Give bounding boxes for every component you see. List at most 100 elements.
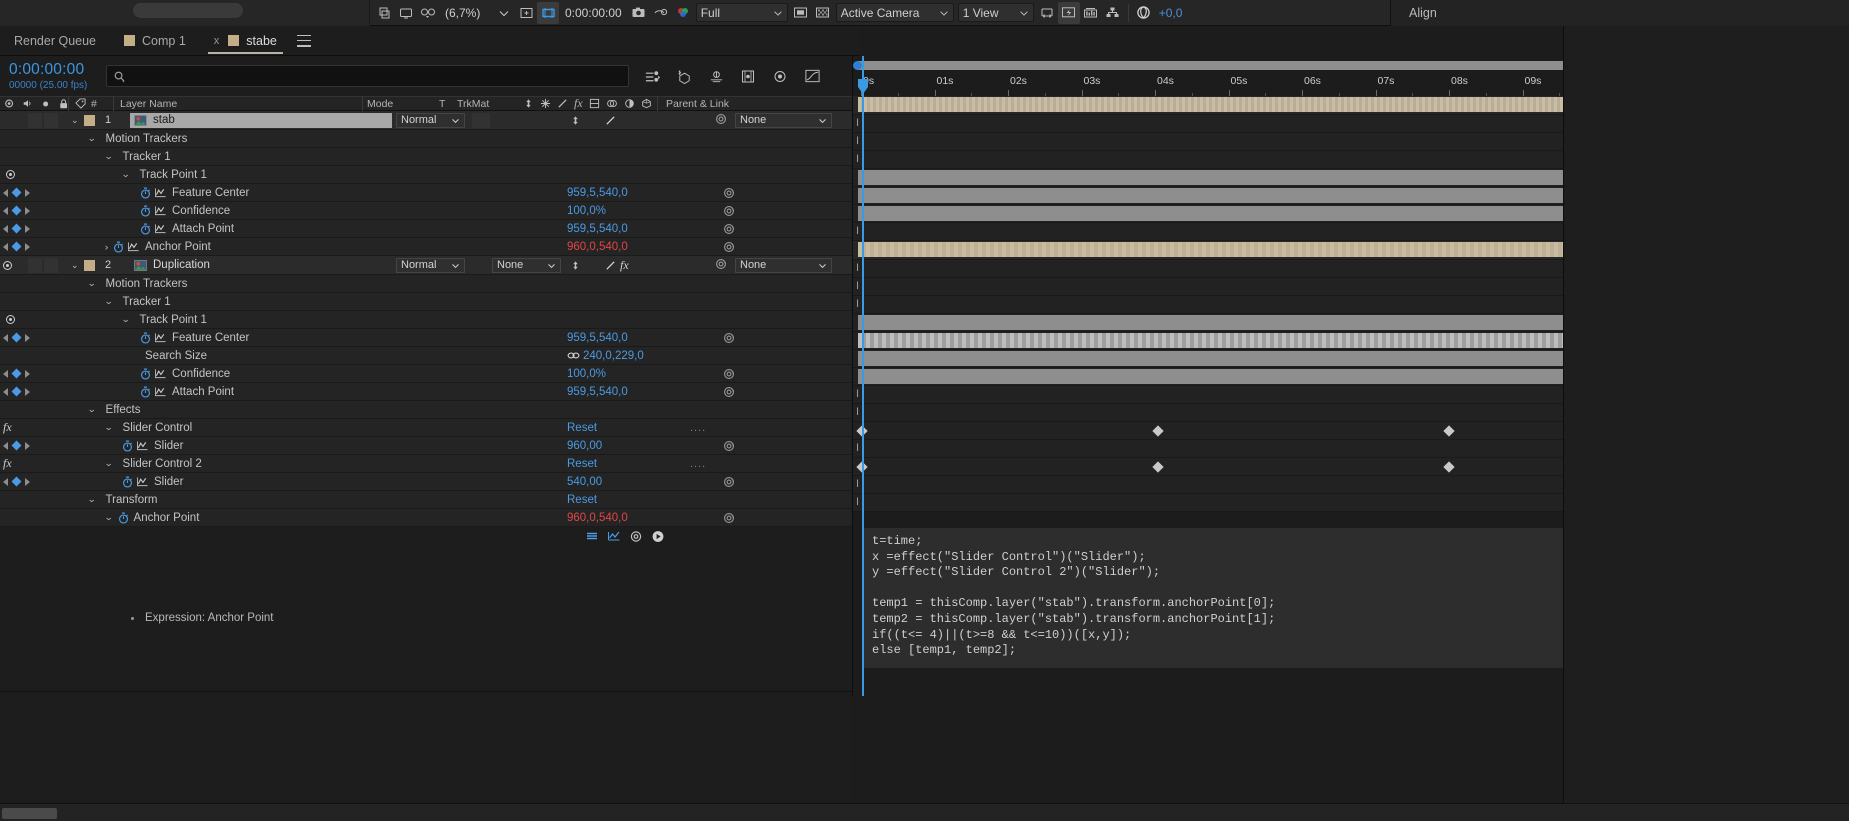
layer-disclosure-icon[interactable]: ⌄ (71, 115, 79, 126)
property-value[interactable]: 959,5,540,0 (567, 332, 628, 344)
visibility-toggle[interactable] (0, 261, 14, 270)
disclosure-triangle-icon[interactable]: ⌄ (87, 278, 96, 289)
property-row[interactable]: Slider960,00 (0, 437, 860, 455)
previous-keyframe-icon[interactable] (3, 207, 8, 215)
quality-switch-icon[interactable] (605, 260, 616, 271)
exposure-value[interactable]: +0,0 (1155, 6, 1183, 20)
fx-badge-icon[interactable]: fx (620, 258, 629, 273)
property-group-row[interactable]: ⌄Motion Trackers (0, 130, 860, 148)
effect-row[interactable]: fx⌄Slider ControlReset.... (0, 419, 860, 437)
parent-pickwhip-icon[interactable] (723, 223, 735, 235)
layer-row[interactable]: ⌄1stabNormalNone (0, 111, 860, 130)
property-row[interactable]: Confidence100,0% (0, 365, 860, 383)
keyframe-navigator[interactable] (0, 225, 56, 233)
disclosure-triangle-icon[interactable]: ⌄ (87, 404, 96, 415)
disclosure-triangle-icon[interactable]: › (105, 242, 109, 252)
next-keyframe-icon[interactable] (25, 189, 30, 197)
shy-layers-icon[interactable] (643, 67, 661, 85)
solo-toggle[interactable] (44, 113, 58, 128)
expression-enable-icon[interactable] (718, 332, 740, 344)
stopwatch-icon[interactable] (122, 476, 133, 488)
next-keyframe-icon[interactable] (25, 243, 30, 251)
comp-flowchart-icon[interactable] (1102, 2, 1124, 24)
graph-editor-icon[interactable] (127, 241, 140, 252)
parent-pickwhip-icon[interactable] (715, 258, 727, 270)
disclosure-triangle-icon[interactable]: ⌄ (87, 133, 96, 144)
pickwhip-icon[interactable] (629, 530, 643, 543)
graph-editor-icon[interactable] (154, 368, 167, 379)
pixel-aspect-correction-icon[interactable] (1036, 2, 1058, 24)
quality-switch-icon[interactable] (605, 115, 616, 126)
parent-pickwhip[interactable] (715, 113, 727, 128)
fx-icon[interactable]: fx (3, 420, 12, 435)
property-row[interactable]: Confidence 100,0% (0, 202, 860, 220)
show-snapshot-icon[interactable] (650, 2, 672, 24)
parent-pickwhip-icon[interactable] (715, 113, 727, 125)
fast-previews-icon[interactable] (1058, 2, 1080, 24)
graph-editor-icon[interactable] (607, 530, 621, 542)
playhead-line[interactable] (862, 56, 864, 696)
auto-keyframe-icon[interactable] (771, 67, 789, 85)
layer-switches[interactable] (570, 115, 616, 126)
region-of-interest-icon[interactable] (537, 2, 559, 24)
property-value[interactable]: 100,0% (567, 205, 606, 217)
property-group-row[interactable]: ⌄Track Point 1 (0, 166, 860, 184)
visibility-toggle[interactable] (3, 170, 17, 179)
disclosure-triangle-icon[interactable]: ⌄ (104, 512, 113, 523)
layer-switches[interactable]: fx (570, 258, 629, 273)
solo-icon[interactable] (41, 99, 50, 109)
link-icon[interactable] (567, 351, 580, 360)
search-field[interactable] (130, 70, 610, 82)
fx-icon[interactable]: fx (3, 456, 12, 471)
property-name-cell[interactable]: Confidence (140, 205, 230, 217)
previous-keyframe-icon[interactable] (3, 370, 8, 378)
zoom-level-select[interactable]: (6,7%) (441, 3, 491, 22)
property-row[interactable]: ⌄Anchor Point960,0,540,0 (0, 509, 860, 527)
property-name-cell[interactable]: Feature Center (140, 187, 249, 199)
collapse-transform-icon[interactable] (523, 98, 534, 109)
property-group-row[interactable]: ⌄Motion Trackers (0, 275, 860, 293)
timeline-graph-icon[interactable] (1080, 2, 1102, 24)
next-keyframe-icon[interactable] (25, 207, 30, 215)
property-name-cell[interactable]: ⌄Motion Trackers (88, 133, 187, 145)
fit-comp-icon[interactable] (515, 2, 537, 24)
lock-icon[interactable] (59, 98, 68, 110)
current-timecode[interactable]: 0:00:00:00 (9, 61, 106, 79)
keyframe-toggle-icon[interactable] (12, 224, 22, 234)
property-value[interactable]: 240,0,229,0 (567, 350, 644, 362)
parent-pickwhip-icon[interactable] (723, 512, 735, 524)
quality-icon[interactable] (540, 98, 551, 109)
expression-enable-icon[interactable] (718, 440, 740, 452)
property-value[interactable]: 959,5,540,0 (567, 187, 628, 199)
keyframe-toggle-icon[interactable] (12, 242, 22, 252)
keyframe-navigator[interactable] (0, 207, 56, 215)
panel-menu-icon[interactable] (297, 35, 311, 47)
effect-row[interactable]: fx⌄Slider Control 2Reset.... (0, 455, 860, 473)
timeline-scroll-knob[interactable] (853, 61, 862, 70)
property-visibility[interactable] (0, 315, 56, 324)
property-name-cell[interactable]: Attach Point (140, 223, 234, 235)
comp-timecode-display[interactable]: 0:00:00:00 (561, 3, 626, 22)
stopwatch-icon[interactable] (140, 386, 151, 398)
next-keyframe-icon[interactable] (25, 388, 30, 396)
property-row[interactable]: Search Size240,0,229,0 (0, 347, 860, 365)
keyframe-toggle-icon[interactable] (12, 477, 22, 487)
monitor-icon[interactable] (395, 2, 417, 24)
frame-blend-icon[interactable] (589, 98, 600, 109)
property-name-cell[interactable]: ⌄Track Point 1 (122, 169, 207, 181)
stopwatch-icon[interactable] (113, 241, 124, 253)
current-time-block[interactable]: 0:00:00:00 00000 (25.00 fps) (0, 61, 106, 91)
motion-blur-icon[interactable] (707, 67, 725, 85)
property-value[interactable]: 959,5,540,0 (567, 386, 628, 398)
disclosure-triangle-icon[interactable]: ⌄ (121, 169, 130, 180)
property-row[interactable]: ›Anchor Point960,0,540,0 (0, 238, 860, 256)
previous-keyframe-icon[interactable] (3, 189, 8, 197)
keyframe-marker[interactable] (1443, 425, 1454, 436)
next-keyframe-icon[interactable] (25, 225, 30, 233)
property-value[interactable]: 540,00 (567, 476, 602, 488)
property-row[interactable]: Feature Center959,5,540,0 (0, 329, 860, 347)
stopwatch-icon[interactable] (140, 368, 151, 380)
property-name-cell[interactable]: ⌄Motion Trackers (88, 278, 187, 290)
expression-enable-icon[interactable] (718, 241, 740, 253)
property-row[interactable]: Feature Center 959,5,540,0 (0, 184, 860, 202)
